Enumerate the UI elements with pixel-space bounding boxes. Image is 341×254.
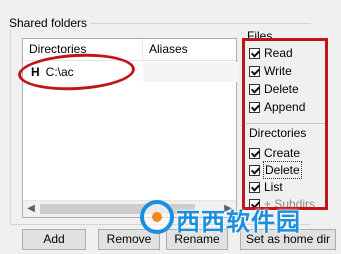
shared-folders-title: Shared folders	[6, 16, 91, 30]
watermark-logo-icon	[140, 200, 174, 234]
column-header-aliases[interactable]: Aliases	[143, 39, 238, 60]
annotation-rectangle	[242, 38, 328, 210]
watermark-text: 西西软件园	[176, 209, 301, 236]
scroll-left-icon[interactable]: ◀	[23, 201, 39, 217]
add-button[interactable]: Add	[22, 229, 86, 250]
alias-cell	[143, 62, 238, 82]
watermark: 西西软件园	[140, 196, 305, 240]
